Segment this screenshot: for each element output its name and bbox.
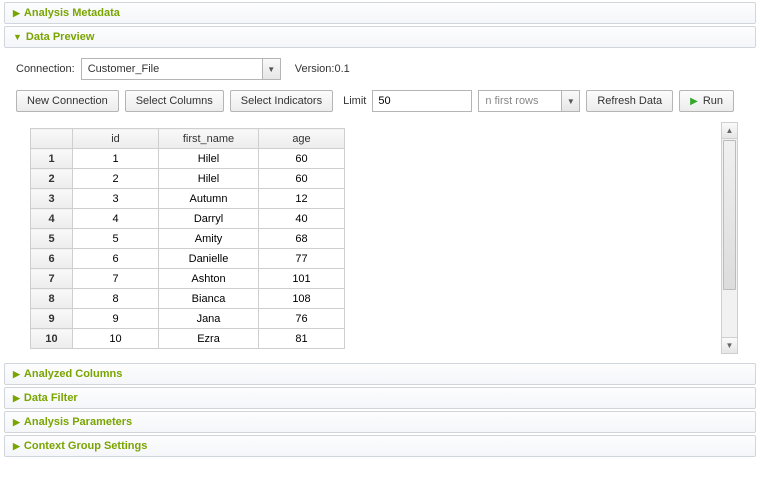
scroll-down-icon[interactable]: ▼ [722, 337, 737, 353]
cell-age: 40 [259, 209, 345, 229]
table-row[interactable]: 22Hilel60 [31, 169, 345, 189]
cell-first-name: Danielle [159, 249, 259, 269]
expand-icon: ▶ [13, 441, 20, 452]
collapse-icon: ▼ [13, 32, 22, 42]
cell-first-name: Jana [159, 309, 259, 329]
row-header-blank [31, 129, 73, 149]
cell-id: 7 [73, 269, 159, 289]
section-analysis-parameters[interactable]: ▶ Analysis Parameters [4, 411, 756, 433]
cell-id: 9 [73, 309, 159, 329]
section-title: Context Group Settings [24, 440, 147, 452]
cell-first-name: Ezra [159, 329, 259, 349]
cell-age: 68 [259, 229, 345, 249]
table-row[interactable]: 88Bianca108 [31, 289, 345, 309]
expand-icon: ▶ [13, 8, 20, 19]
connection-label: Connection: [16, 63, 75, 75]
table-row[interactable]: 55Amity68 [31, 229, 345, 249]
limit-input[interactable] [372, 90, 472, 112]
section-analyzed-columns[interactable]: ▶ Analyzed Columns [4, 363, 756, 385]
cell-id: 6 [73, 249, 159, 269]
chevron-down-icon: ▼ [561, 91, 579, 111]
rows-mode-value: n first rows [479, 95, 544, 107]
cell-age: 12 [259, 189, 345, 209]
cell-id: 10 [73, 329, 159, 349]
section-title: Analyzed Columns [24, 368, 122, 380]
data-preview-body: Connection: Customer_File ▼ Version:0.1 … [0, 50, 760, 361]
row-number: 1 [31, 149, 73, 169]
cell-id: 3 [73, 189, 159, 209]
select-columns-button[interactable]: Select Columns [125, 90, 224, 112]
table-row[interactable]: 44Darryl40 [31, 209, 345, 229]
table-row[interactable]: 33Autumn12 [31, 189, 345, 209]
row-number: 6 [31, 249, 73, 269]
cell-id: 1 [73, 149, 159, 169]
cell-age: 60 [259, 149, 345, 169]
col-header-first-name[interactable]: first_name [159, 129, 259, 149]
data-table: id first_name age 11Hilel6022Hilel6033Au… [30, 128, 345, 349]
table-row[interactable]: 77Ashton101 [31, 269, 345, 289]
connection-select[interactable]: Customer_File ▼ [81, 58, 281, 80]
section-title: Analysis Metadata [24, 7, 120, 19]
row-number: 7 [31, 269, 73, 289]
col-header-age[interactable]: age [259, 129, 345, 149]
section-data-preview[interactable]: ▼ Data Preview [4, 26, 756, 48]
rows-mode-select[interactable]: n first rows ▼ [478, 90, 580, 112]
select-indicators-button[interactable]: Select Indicators [230, 90, 333, 112]
section-context-group-settings[interactable]: ▶ Context Group Settings [4, 435, 756, 457]
connection-value: Customer_File [82, 63, 166, 75]
section-title: Data Preview [26, 31, 94, 43]
cell-id: 2 [73, 169, 159, 189]
row-number: 2 [31, 169, 73, 189]
cell-id: 8 [73, 289, 159, 309]
expand-icon: ▶ [13, 393, 20, 404]
section-title: Analysis Parameters [24, 416, 132, 428]
cell-first-name: Hilel [159, 169, 259, 189]
cell-first-name: Darryl [159, 209, 259, 229]
cell-first-name: Amity [159, 229, 259, 249]
row-number: 10 [31, 329, 73, 349]
cell-first-name: Autumn [159, 189, 259, 209]
table-row[interactable]: 99Jana76 [31, 309, 345, 329]
cell-age: 101 [259, 269, 345, 289]
data-table-wrap: id first_name age 11Hilel6022Hilel6033Au… [30, 128, 345, 349]
row-number: 3 [31, 189, 73, 209]
limit-label: Limit [343, 95, 366, 107]
row-number: 4 [31, 209, 73, 229]
new-connection-button[interactable]: New Connection [16, 90, 119, 112]
row-number: 8 [31, 289, 73, 309]
cell-first-name: Ashton [159, 269, 259, 289]
section-title: Data Filter [24, 392, 78, 404]
table-row[interactable]: 11Hilel60 [31, 149, 345, 169]
scrollbar-thumb[interactable] [723, 140, 736, 290]
section-data-filter[interactable]: ▶ Data Filter [4, 387, 756, 409]
col-header-id[interactable]: id [73, 129, 159, 149]
cell-age: 60 [259, 169, 345, 189]
table-row[interactable]: 66Danielle77 [31, 249, 345, 269]
refresh-data-button[interactable]: Refresh Data [586, 90, 673, 112]
expand-icon: ▶ [13, 417, 20, 428]
cell-age: 108 [259, 289, 345, 309]
cell-age: 76 [259, 309, 345, 329]
cell-age: 81 [259, 329, 345, 349]
cell-first-name: Bianca [159, 289, 259, 309]
vertical-scrollbar[interactable]: ▲ ▼ [721, 122, 738, 354]
expand-icon: ▶ [13, 369, 20, 380]
section-analysis-metadata[interactable]: ▶ Analysis Metadata [4, 2, 756, 24]
table-row[interactable]: 1010Ezra81 [31, 329, 345, 349]
version-label: Version:0.1 [295, 63, 350, 75]
chevron-down-icon: ▼ [262, 59, 280, 79]
row-number: 5 [31, 229, 73, 249]
cell-id: 5 [73, 229, 159, 249]
cell-first-name: Hilel [159, 149, 259, 169]
run-button[interactable]: ▶ Run [679, 90, 734, 112]
scroll-up-icon[interactable]: ▲ [722, 123, 737, 139]
row-number: 9 [31, 309, 73, 329]
cell-age: 77 [259, 249, 345, 269]
play-icon: ▶ [690, 96, 698, 107]
cell-id: 4 [73, 209, 159, 229]
